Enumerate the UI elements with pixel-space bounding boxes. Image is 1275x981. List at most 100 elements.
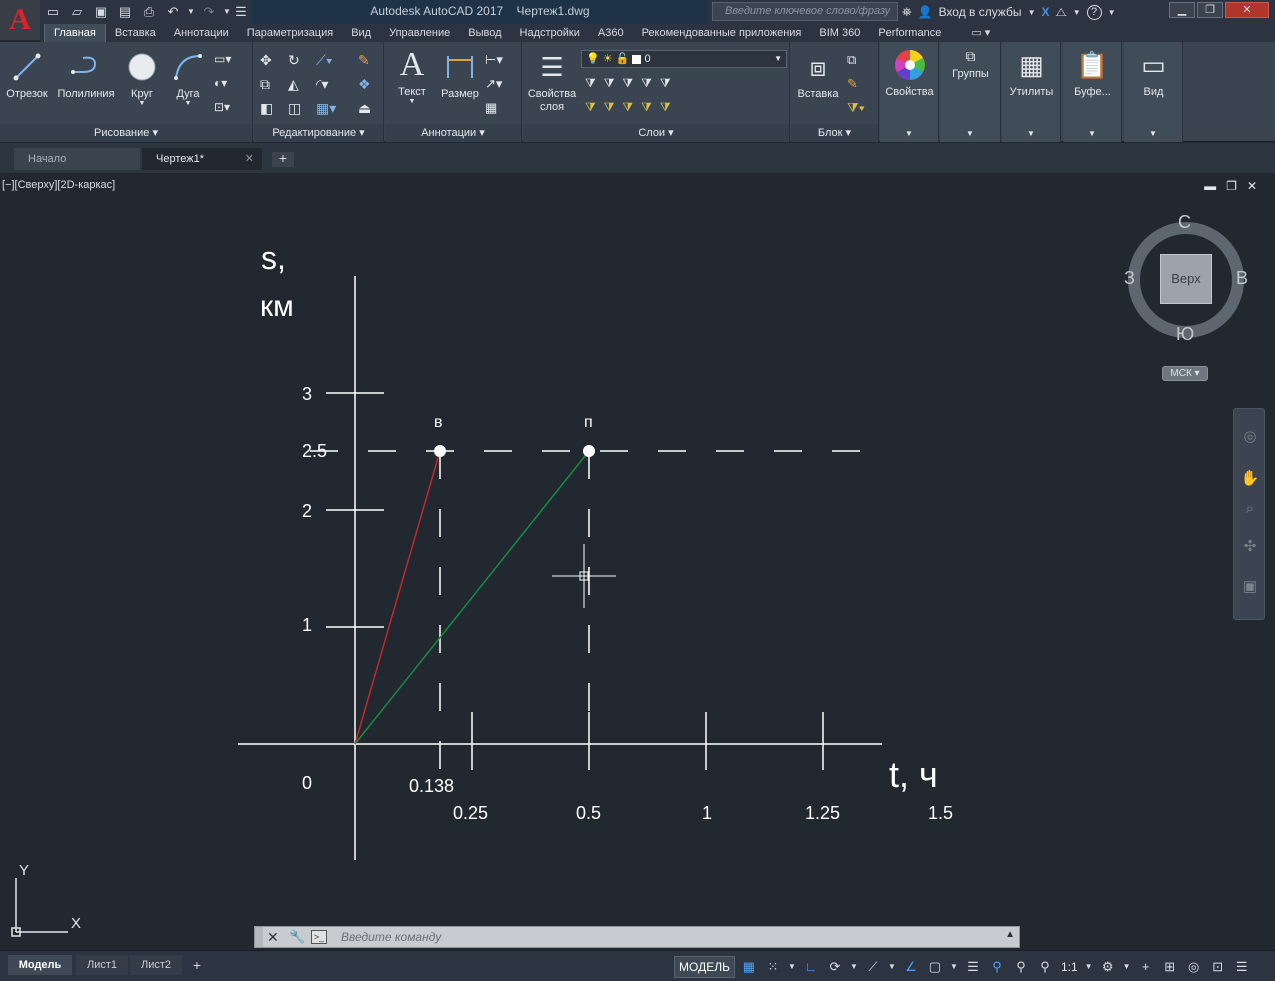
- text-tool-button[interactable]: A Текст ▼: [391, 48, 433, 106]
- polyline-tool-button[interactable]: Полилиния: [54, 50, 118, 100]
- compass-south[interactable]: Ю: [1176, 324, 1194, 345]
- orbit-icon[interactable]: ✣: [1240, 537, 1260, 557]
- annotation-monitor-icon[interactable]: +: [1136, 956, 1156, 978]
- annotation-panel-footer[interactable]: Аннотации ▾: [385, 124, 521, 142]
- redo-dropdown-icon[interactable]: ▼: [222, 2, 232, 22]
- model-space-button[interactable]: МОДЕЛЬ: [674, 956, 735, 978]
- tab-start[interactable]: Начало: [14, 148, 140, 170]
- save-icon[interactable]: ▣: [90, 2, 112, 22]
- close-button[interactable]: ✕: [1225, 2, 1269, 18]
- showmotion-icon[interactable]: ▣: [1240, 577, 1260, 597]
- chevron-down-icon[interactable]: ▼: [949, 956, 959, 978]
- help-button[interactable]: ?: [1086, 4, 1102, 20]
- explode-icon[interactable]: ❖: [358, 76, 374, 92]
- chevron-down-icon[interactable]: ▼: [1084, 956, 1094, 978]
- isolate-objects-icon[interactable]: ◎: [1184, 956, 1204, 978]
- user-icon[interactable]: 👤: [918, 5, 933, 19]
- draw-panel-footer[interactable]: Рисование ▾: [0, 124, 252, 142]
- tab-home[interactable]: Главная: [44, 24, 106, 42]
- block-panel-footer[interactable]: Блок ▾: [791, 124, 878, 142]
- dimension-tool-button[interactable]: Размер: [437, 50, 483, 100]
- undo-icon[interactable]: ↶: [162, 2, 184, 22]
- chevron-down-icon[interactable]: ▼: [1122, 956, 1132, 978]
- arc-tool-button[interactable]: Дуга ▼: [168, 50, 208, 107]
- annotation-visibility-icon[interactable]: ⚲: [987, 956, 1007, 978]
- chevron-down-icon[interactable]: ▼: [122, 100, 162, 107]
- layout-tab-sheet1[interactable]: Лист1: [76, 955, 128, 975]
- rectangle-icon[interactable]: ▭▾: [214, 52, 231, 68]
- isodraft-icon[interactable]: ⟋: [863, 956, 883, 978]
- open-file-icon[interactable]: ▱: [66, 2, 88, 22]
- modify-panel-footer[interactable]: Редактирование ▾: [254, 124, 383, 142]
- qat-customize-icon[interactable]: ☰: [234, 2, 248, 22]
- view-button[interactable]: ▭ Вид: [1126, 48, 1181, 98]
- layer-dropdown[interactable]: 💡 ☀ 🔓 0 ▼: [581, 50, 787, 68]
- copy-icon[interactable]: ⧉: [260, 76, 276, 92]
- add-layout-button[interactable]: +: [188, 955, 206, 975]
- scale-icon[interactable]: ◫: [288, 100, 304, 116]
- mirror-icon[interactable]: ◭: [288, 76, 304, 92]
- block-attr-icon[interactable]: ⧩▾: [847, 100, 865, 116]
- snap-icon[interactable]: ⁙: [763, 956, 783, 978]
- line-tool-button[interactable]: Отрезок: [4, 50, 50, 100]
- region-icon[interactable]: ⊡▾: [214, 100, 230, 116]
- annotation-scale-icon[interactable]: ⚲: [1035, 956, 1055, 978]
- chevron-down-icon[interactable]: ▼: [787, 956, 797, 978]
- tab-output[interactable]: Вывод: [459, 24, 510, 42]
- chevron-down-icon[interactable]: ▼: [940, 129, 1000, 138]
- annotation-scale-value[interactable]: 1:1: [1059, 960, 1080, 974]
- clipboard-button[interactable]: 📋 Буфе...: [1065, 48, 1120, 98]
- rotate-icon[interactable]: ↻: [288, 52, 304, 68]
- panel-groups[interactable]: ⧉ Группы ▼: [940, 42, 1001, 142]
- viewport-controls-label[interactable]: [−][Сверху][2D-каркас]: [2, 179, 115, 191]
- circle-tool-button[interactable]: Круг ▼: [122, 50, 162, 107]
- print-icon[interactable]: ⎙: [138, 2, 160, 22]
- command-history-toggle-icon[interactable]: ▲: [1005, 929, 1015, 940]
- redo-icon[interactable]: ↷: [198, 2, 220, 22]
- create-block-icon[interactable]: ⧉: [847, 52, 863, 68]
- panel-properties[interactable]: Свойства ▼: [880, 42, 939, 142]
- chevron-down-icon[interactable]: ▼: [880, 129, 938, 138]
- binoculars-icon[interactable]: ⛯: [902, 5, 912, 20]
- layers-panel-footer[interactable]: Слои ▾: [523, 124, 789, 142]
- move-icon[interactable]: ✥: [260, 52, 276, 68]
- save-as-icon[interactable]: ▤: [114, 2, 136, 22]
- sign-in-button[interactable]: Вход в службы: [939, 5, 1022, 19]
- chevron-down-icon[interactable]: ▼: [168, 100, 208, 107]
- tab-view[interactable]: Вид: [342, 24, 380, 42]
- grid-icon[interactable]: ▦: [739, 956, 759, 978]
- layout-tab-model[interactable]: Модель: [8, 955, 72, 975]
- properties-button[interactable]: Свойства: [882, 48, 937, 98]
- steering-wheel-icon[interactable]: ◎: [1240, 427, 1260, 447]
- ribbon-options-icon[interactable]: ▭ ▾: [962, 24, 999, 42]
- tab-a360[interactable]: A360: [589, 24, 633, 42]
- array-icon[interactable]: ▦▾: [316, 100, 336, 116]
- compass-east[interactable]: В: [1236, 268, 1248, 289]
- panel-view[interactable]: ▭ Вид ▼: [1124, 42, 1183, 142]
- chevron-down-icon[interactable]: ▼: [849, 956, 859, 978]
- exchange-icon[interactable]: X: [1041, 5, 1049, 19]
- chevron-down-icon[interactable]: ▼: [1108, 8, 1116, 17]
- zoom-icon[interactable]: ⌕: [1240, 499, 1260, 519]
- wrench-icon[interactable]: 🔧: [289, 929, 305, 945]
- workspace-gear-icon[interactable]: ⚙: [1098, 956, 1118, 978]
- new-tab-button[interactable]: +: [272, 151, 294, 167]
- chevron-down-icon[interactable]: ▼: [1063, 129, 1121, 138]
- offset-icon[interactable]: ⏏: [358, 100, 374, 116]
- layout-tab-sheet2[interactable]: Лист2: [130, 955, 182, 975]
- chevron-down-icon[interactable]: ▼: [1073, 8, 1081, 17]
- table-icon[interactable]: ▦: [485, 100, 501, 116]
- erase-icon[interactable]: ✎: [358, 52, 374, 68]
- utilities-button[interactable]: ▦ Утилиты: [1004, 48, 1059, 98]
- trim-icon[interactable]: ⟋▾: [316, 52, 333, 68]
- panel-utilities[interactable]: ▦ Утилиты ▼: [1002, 42, 1061, 142]
- tab-bim360[interactable]: BIM 360: [810, 24, 869, 42]
- tab-annotate[interactable]: Аннотации: [165, 24, 238, 42]
- leader-icon[interactable]: ↗▾: [485, 76, 502, 92]
- tab-featured-apps[interactable]: Рекомендованные приложения: [633, 24, 811, 42]
- viewport-minimize-button[interactable]: ▬: [1204, 179, 1216, 193]
- tab-drawing1[interactable]: Чертеж1* ✕: [142, 148, 262, 170]
- graphics-performance-icon[interactable]: ⊡: [1208, 956, 1228, 978]
- command-prompt-icon[interactable]: >_: [311, 930, 327, 944]
- hatch-icon[interactable]: ◐▾: [214, 76, 230, 92]
